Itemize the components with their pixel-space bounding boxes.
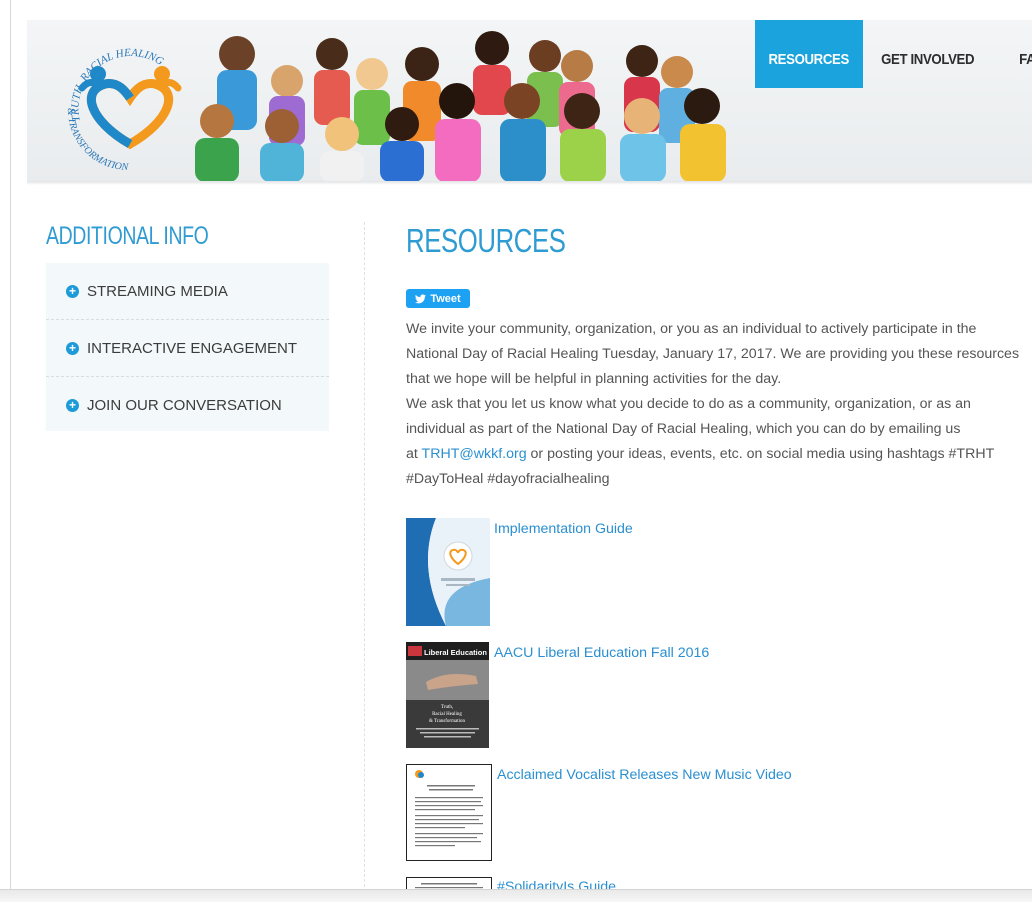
email-link[interactable]: TRHT@wkkf.org [422, 446, 527, 462]
window-bottom-edge [0, 889, 1032, 902]
thumb-title-line: & Transformation [429, 719, 465, 724]
sidebar-item-streaming-media[interactable]: + STREAMING MEDIA [46, 263, 329, 320]
plus-circle-icon: + [66, 284, 79, 298]
sidebar-title: ADDITIONAL INFO [46, 222, 209, 250]
intro-line: #DayToHeal #dayofracialhealing [406, 471, 610, 487]
tweet-label: Tweet [430, 292, 461, 305]
sidebar-item-label: STREAMING MEDIA [87, 282, 228, 300]
header-shadow [27, 181, 1032, 185]
sidebar-item-join-our-conversation[interactable]: + JOIN OUR CONVERSATION [46, 377, 329, 433]
thumb-title-line: Truth, [441, 705, 453, 710]
plus-circle-icon: + [66, 398, 79, 412]
children-group-photo [195, 31, 726, 182]
window-left-edge [10, 0, 11, 901]
sidebar-item-label: INTERACTIVE ENGAGEMENT [87, 339, 298, 357]
page-title: RESOURCES [406, 222, 566, 259]
thumb-title-line: Racial Healing [432, 712, 462, 717]
thumb-masthead: Liberal Education [424, 648, 487, 657]
resource-link-solidarityis-guide[interactable]: #SolidarityIs Guide [497, 879, 616, 889]
text-span: at [406, 446, 422, 462]
tweet-button[interactable]: Tweet [406, 289, 470, 308]
sidebar-menu: + STREAMING MEDIA + INTERACTIVE ENGAGEME… [46, 263, 329, 431]
solidarityis-guide-thumbnail[interactable] [406, 877, 492, 889]
sidebar-item-interactive-engagement[interactable]: + INTERACTIVE ENGAGEMENT [46, 320, 329, 377]
twitter-bird-icon [415, 293, 427, 303]
implementation-guide-thumbnail[interactable] [406, 518, 490, 626]
plus-circle-icon: + [66, 341, 79, 355]
intro-line: National Day of Racial Healing Tuesday, … [406, 346, 1020, 362]
nav-resources[interactable]: RESOURCES [755, 20, 863, 88]
text-span: or posting your ideas, events, etc. on s… [526, 446, 995, 462]
top-nav: RESOURCES GET INVOLVED FAQ [755, 20, 1032, 88]
nav-get-involved[interactable]: GET INVOLVED [867, 20, 988, 88]
intro-line: that we hope will be helpful in planning… [406, 371, 782, 387]
site-header: TRUTH, RACIAL HEALING & TRANSFORMATION R… [27, 20, 1032, 182]
resource-link-acclaimed-vocalist[interactable]: Acclaimed Vocalist Releases New Music Vi… [497, 767, 792, 783]
intro-line: at TRHT@wkkf.org or posting your ideas, … [406, 442, 1032, 467]
sidebar-item-label: JOIN OUR CONVERSATION [87, 396, 282, 414]
intro-text: We invite your community, organization, … [406, 317, 1032, 492]
nav-faq[interactable]: FAQ [1005, 20, 1032, 88]
intro-line: We ask that you let us know what you dec… [406, 396, 971, 412]
resource-link-implementation-guide[interactable]: Implementation Guide [494, 521, 633, 537]
resource-link-aacu-liberal-education[interactable]: AACU Liberal Education Fall 2016 [494, 645, 709, 661]
column-divider [364, 222, 365, 887]
intro-line: We invite your community, organization, … [406, 321, 977, 337]
vocalist-press-release-thumbnail[interactable] [406, 764, 492, 861]
aacu-liberal-education-thumbnail[interactable]: Liberal Education Truth, Racial Healing … [406, 642, 489, 748]
intro-line: individual as part of the National Day o… [406, 421, 961, 437]
